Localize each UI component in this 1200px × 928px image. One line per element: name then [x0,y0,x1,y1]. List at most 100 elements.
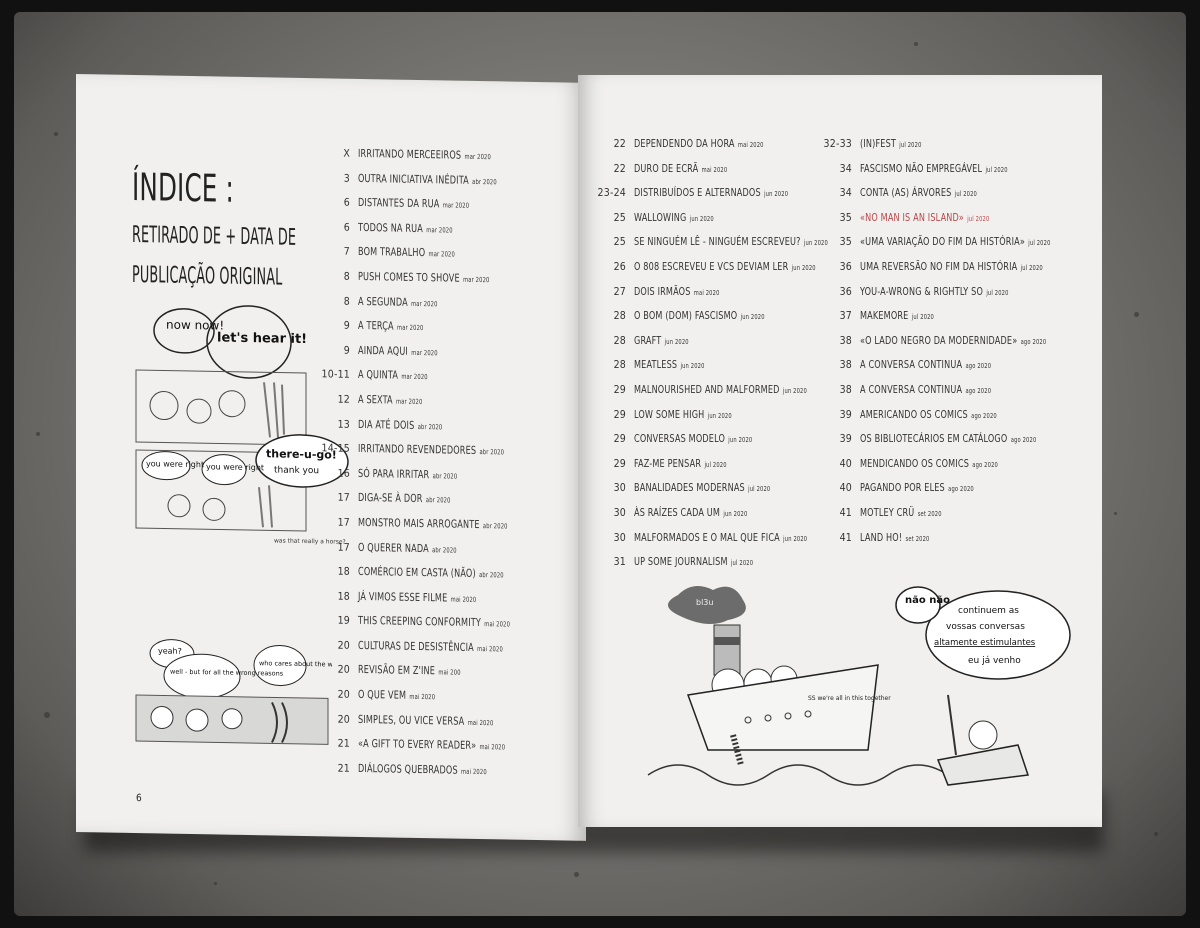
toc-entry-page: 13 [337,418,350,431]
right-page: 22 Dependendo da hora mai 2020 22 Duro de ec… [578,75,1102,827]
toc-entry-title: Motley Crü set 2020 [860,505,942,519]
toc-entry-page: 9 [343,344,350,357]
toc-entry-page: 20 [337,664,350,677]
toc-entry-page: 21 [337,762,350,775]
toc-entry: 38 A conversa continua ago 2020 [804,383,1092,408]
toc-entry-title: Distantes da rua mar 2020 [358,196,470,211]
toc-entry-page: 28 [613,334,626,347]
toc-entry-date: mar 2020 [426,225,453,235]
toc-entry-date: jul 2020 [985,165,1008,174]
toc-entry-date: mar 2020 [464,152,491,162]
toc-entry-page: 32-33 [823,138,852,150]
toc-entry-page: 39 [839,433,852,446]
toc-right-column-2: 32-33 (In)fest jul 2020 34 Fascismo não empr… [804,137,1092,555]
toc-entry-page: 6 [343,196,350,209]
toc-entry-page: 30 [613,531,626,544]
toc-entry-page: 19 [337,614,350,628]
speech-line-4: eu já venho [968,656,1021,666]
toc-entry-date: jul 2020 [954,190,977,199]
toc-entry-title: A segunda mar 2020 [358,294,438,309]
toc-entry-title: Dependendo da hora mai 2020 [634,137,764,150]
toc-entry-title: Banalidades modernas jul 2020 [634,481,771,495]
toc-entry-page: 18 [337,590,350,603]
toc-entry-page: 20 [337,639,350,652]
toc-entry: 35 «No man is an island» jul 2020 [804,211,1092,236]
toc-entry-title: (In)fest jul 2020 [860,137,922,150]
toc-entry-date: mar 2020 [428,250,455,259]
toc-entry-page: 29 [613,408,626,421]
toc-entry-date: jun 2020 [723,509,748,518]
toc-entry-date: abr 2020 [479,571,504,580]
toc-entry-title: Americando os comics ago 2020 [860,407,997,421]
toc-entry-title: Outra iniciativa inédita abr 2020 [358,171,497,187]
toc-entry-date: jul 2020 [899,141,922,149]
toc-entry-title: Mendicando os comics ago 2020 [860,456,998,470]
toc-entry-page: 3 [343,172,350,185]
toc-entry-title: A terça mar 2020 [358,319,424,333]
toc-entry-page: 22 [613,138,626,150]
toc-entry-page: 38 [839,359,852,372]
toc-entry-title: Diga-se à dor abr 2020 [358,491,451,506]
toc-entry-date: jul 2020 [911,313,934,322]
toc-entry-date: mai 2020 [693,288,720,297]
toc-entry-date: mar 2020 [463,275,490,285]
toc-entry-title: Push comes to shove mar 2020 [358,269,490,285]
toc-entry-title: Makemore jul 2020 [860,309,934,323]
toc-entry-title: Todos na rua mar 2020 [358,220,453,235]
toc-entry-page: 38 [839,334,852,347]
toc-entry-page: 36 [839,260,852,273]
toc-entry-page: 6 [343,221,350,234]
toc-entry-page: 40 [839,457,852,470]
toc-entry-title: A conversa continua ago 2020 [860,382,992,396]
toc-entry-page: 25 [613,236,626,249]
toc-entry-page: 29 [613,433,626,446]
toc-entry-page: 36 [839,285,852,298]
toc-entry-date: jul 2020 [986,288,1009,297]
toc-entry-page: 28 [613,359,626,372]
ship-text: SS we're all in this together [808,695,891,702]
toc-entry-title: Distribuídos e alternados jun 2020 [634,186,789,200]
toc-entry-title: Irritando merceeiros mar 2020 [358,146,491,162]
toc-entry-title: Duro de ecrã mai 2020 [634,161,728,175]
toc-entry-date: jul 2020 [1028,239,1051,248]
toc-entry-date: jun 2020 [728,436,753,445]
toc-entry-date: mai 2020 [467,718,494,727]
page-title: ÍNDICE : [132,164,234,211]
speech-line-2: vossas conversas [946,622,1025,632]
toc-entry-date: abr 2020 [482,522,508,531]
toc-entry-date: mai 2020 [477,644,503,654]
toc-entry-date: mar 2020 [401,373,428,382]
toc-entry-title: Os bibliotecários em catálogo ago 2020 [860,432,1037,446]
toc-entry-page: 31 [613,556,626,569]
toc-entry: 38 A conversa continua ago 2020 [804,358,1092,383]
toc-entry: 39 Os bibliotecários em catálogo ago 2020 [804,432,1092,457]
toc-entry-title: Malformados e o mal que fica jun 2020 [634,530,808,544]
toc-entry-page: 30 [613,506,626,519]
toc-entry-title: Faz-me pensar jul 2020 [634,456,727,470]
toc-entry-date: jul 2020 [748,485,771,494]
toc-entry-page: 20 [337,713,350,726]
toc-entry-page: 37 [839,310,852,323]
toc-entry-page: 21 [337,737,350,751]
toc-entry-page: 14-15 [321,442,350,455]
toc-entry-date: mai 2020 [479,743,506,752]
toc-entry-title: O 808 escreveu e vcs deviam ler jun 2020 [634,259,816,273]
toc-entry-date: mai 200 [438,668,461,678]
toc-entry-date: mai 2020 [461,767,487,777]
toc-entry-date: jul 2020 [1020,263,1043,272]
left-page: ÍNDICE : RETIRADO DE + DATA DE PUBLICAÇÃ… [76,74,586,841]
toc-entry: 34 Fascismo não empregável jul 2020 [804,162,1092,187]
speech-yeah: yeah? [158,646,182,655]
toc-entry-date: set 2020 [905,534,930,543]
toc-entry-title: Dois irmãos mai 2020 [634,284,720,298]
toc-entry-date: jul 2020 [704,460,727,469]
photo-background: ÍNDICE : RETIRADO DE + DATA DE PUBLICAÇÃ… [14,12,1186,916]
speech-you-were-right-2: you were right [206,462,264,472]
toc-entry-date: mar 2020 [442,201,470,211]
toc-entry-title: Simples, ou vice versa mai 2020 [358,712,494,728]
comic-ship: bl3u SS we're all in this together não n… [647,586,1071,786]
toc-entry-page: 17 [337,541,350,554]
toc-entry-page: 12 [337,393,350,406]
toc-entry-title: Fascismo não empregável jul 2020 [860,161,1008,175]
toc-entry-page: 9 [343,319,350,332]
